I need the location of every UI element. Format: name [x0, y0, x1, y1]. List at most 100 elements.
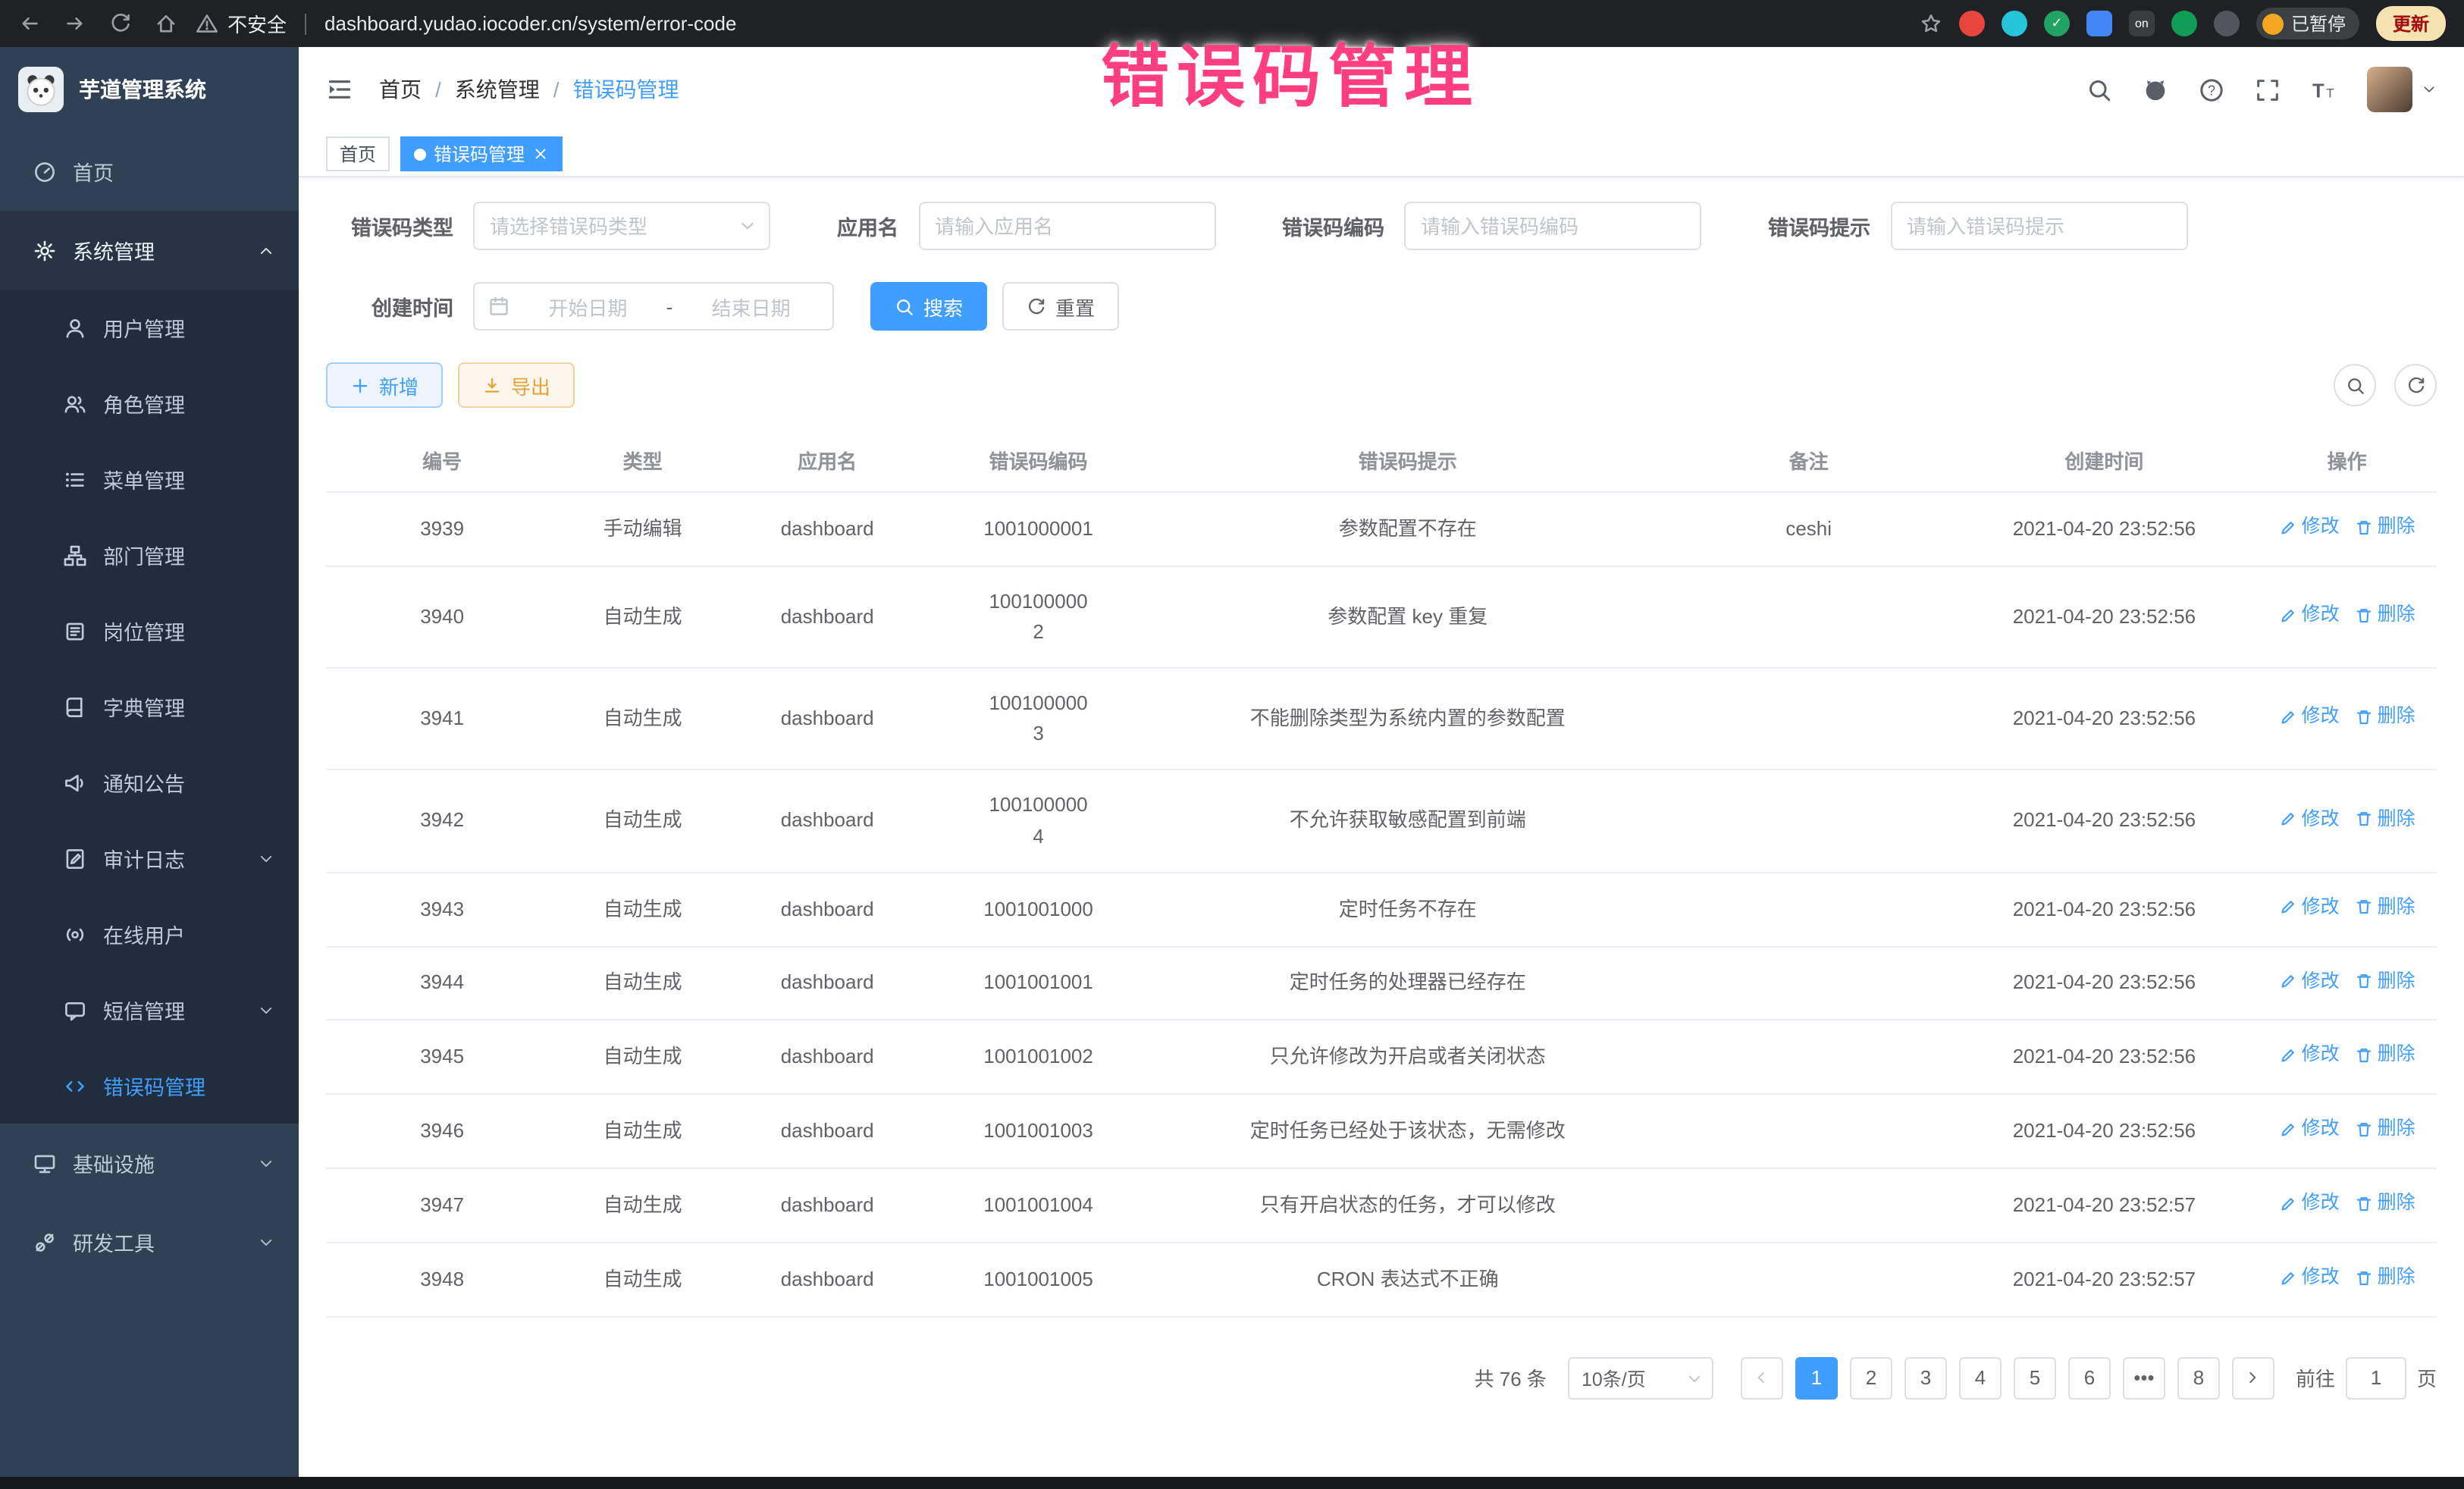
page-ellipsis[interactable]: ••• [2123, 1356, 2165, 1399]
address-bar[interactable]: dashboard.yudao.iocoder.cn/system/error-… [324, 12, 1901, 35]
sidebar-item-home[interactable]: 首页 [0, 132, 299, 211]
edit-link[interactable]: 修改 [2279, 1263, 2340, 1293]
page-button-4[interactable]: 4 [1959, 1356, 2002, 1399]
sidebar-item-audit-log[interactable]: 审计日志 [0, 820, 299, 896]
font-size-icon[interactable]: TT [2311, 77, 2337, 102]
error-type-select[interactable] [473, 202, 770, 250]
error-hint-input[interactable] [1890, 202, 2187, 250]
edit-link[interactable]: 修改 [2279, 703, 2340, 732]
sidebar-item-system[interactable]: 系统管理 [0, 211, 299, 290]
github-icon[interactable] [2143, 77, 2168, 102]
extension-icon-red[interactable] [1959, 11, 1985, 36]
page-size-select[interactable]: 10条/页 [1568, 1356, 1713, 1399]
extension-icon-blue[interactable] [2086, 11, 2112, 36]
date-range-picker[interactable]: 开始日期 - 结束日期 [473, 282, 834, 331]
page-button-2[interactable]: 2 [1850, 1356, 1892, 1399]
security-indicator[interactable]: 不安全 [196, 9, 287, 38]
next-page-button[interactable] [2232, 1356, 2274, 1399]
show-search-button[interactable] [2334, 364, 2376, 406]
export-button[interactable]: 导出 [458, 362, 575, 408]
page-button-6[interactable]: 6 [2068, 1356, 2111, 1399]
sidebar-item-infra[interactable]: 基础设施 [0, 1124, 299, 1202]
error-code-table: 编号 类型 应用名 错误码编码 错误码提示 备注 创建时间 操作 3939手动编… [326, 429, 2437, 1317]
app-name-input[interactable] [918, 202, 1215, 250]
error-code-input[interactable] [1404, 202, 1701, 250]
delete-link[interactable]: 删除 [2355, 513, 2415, 542]
sidebar-item-post[interactable]: 岗位管理 [0, 593, 299, 669]
filter-label: 错误码编码 [1282, 211, 1384, 241]
refresh-table-button[interactable] [2394, 364, 2437, 406]
delete-icon [2355, 810, 2373, 829]
active-dot [414, 148, 426, 160]
filter-label: 创建时间 [329, 291, 453, 321]
tag-home[interactable]: 首页 [326, 136, 390, 171]
sidebar-item-error-code[interactable]: 错误码管理 [0, 1048, 299, 1124]
page-button-1[interactable]: 1 [1795, 1356, 1838, 1399]
search-button[interactable]: 搜索 [870, 282, 987, 331]
edit-link[interactable]: 修改 [2279, 892, 2340, 922]
close-icon[interactable] [532, 146, 549, 162]
refresh-icon[interactable] [109, 12, 132, 35]
delete-link[interactable]: 删除 [2355, 804, 2415, 834]
delete-link[interactable]: 删除 [2355, 1041, 2415, 1071]
delete-link[interactable]: 删除 [2355, 1263, 2415, 1293]
bookmark-star-icon[interactable] [1920, 12, 1942, 35]
extension-icon-green[interactable] [2171, 11, 2197, 36]
prev-page-button[interactable] [1741, 1356, 1783, 1399]
edit-link[interactable]: 修改 [2279, 967, 2340, 996]
extension-icon-dark[interactable] [2214, 11, 2240, 36]
tag-error-code[interactable]: 错误码管理 [400, 136, 563, 171]
extension-icon-on[interactable]: on [2129, 11, 2155, 36]
cell-type: 手动编辑 [558, 492, 727, 566]
sidebar-item-notice[interactable]: 通知公告 [0, 744, 299, 820]
page-button-8[interactable]: 8 [2177, 1356, 2220, 1399]
edit-icon [2279, 518, 2297, 536]
add-button[interactable]: 新增 [326, 362, 443, 408]
page-button-3[interactable]: 3 [1904, 1356, 1947, 1399]
sidebar-item-role[interactable]: 角色管理 [0, 365, 299, 441]
sidebar-item-online-user[interactable]: 在线用户 [0, 896, 299, 972]
search-icon[interactable] [2086, 77, 2112, 102]
paused-chip[interactable]: 已暂停 [2256, 8, 2359, 39]
fullscreen-icon[interactable] [2255, 77, 2281, 102]
sidebar-item-menu[interactable]: 菜单管理 [0, 441, 299, 517]
error-type-input[interactable] [473, 202, 770, 250]
delete-link[interactable]: 删除 [2355, 703, 2415, 732]
extension-icon-teal[interactable] [2002, 11, 2027, 36]
edit-link[interactable]: 修改 [2279, 513, 2340, 542]
sidebar-item-dept[interactable]: 部门管理 [0, 517, 299, 593]
cell-code: 1001001001 [927, 946, 1149, 1020]
help-icon[interactable]: ? [2199, 77, 2224, 102]
edit-link[interactable]: 修改 [2279, 1041, 2340, 1071]
update-button[interactable]: 更新 [2376, 6, 2446, 41]
home-icon[interactable] [155, 12, 177, 35]
breadcrumb-home[interactable]: 首页 [379, 74, 422, 105]
back-icon[interactable] [18, 12, 41, 35]
goto-page-input[interactable] [2346, 1356, 2406, 1399]
extension-icon-green-check[interactable]: ✓ [2044, 11, 2070, 36]
logo-image [18, 67, 64, 112]
svg-text:T: T [2326, 85, 2334, 99]
avatar [2367, 67, 2412, 112]
delete-link[interactable]: 删除 [2355, 1114, 2415, 1144]
delete-link[interactable]: 删除 [2355, 600, 2415, 630]
sidebar-item-sms[interactable]: 短信管理 [0, 972, 299, 1048]
reset-button[interactable]: 重置 [1002, 282, 1119, 331]
sidebar-item-dict[interactable]: 字典管理 [0, 669, 299, 744]
delete-icon [2355, 1268, 2373, 1287]
edit-link[interactable]: 修改 [2279, 1189, 2340, 1218]
page-button-5[interactable]: 5 [2014, 1356, 2056, 1399]
breadcrumb-system[interactable]: 系统管理 [455, 74, 540, 105]
edit-link[interactable]: 修改 [2279, 804, 2340, 834]
sidebar-item-dev-tools[interactable]: 研发工具 [0, 1202, 299, 1281]
paused-label: 已暂停 [2291, 11, 2346, 36]
delete-link[interactable]: 删除 [2355, 967, 2415, 996]
sidebar-item-user[interactable]: 用户管理 [0, 290, 299, 365]
delete-link[interactable]: 删除 [2355, 1189, 2415, 1218]
forward-icon[interactable] [64, 12, 86, 35]
user-menu[interactable] [2367, 67, 2437, 112]
edit-link[interactable]: 修改 [2279, 600, 2340, 630]
edit-link[interactable]: 修改 [2279, 1114, 2340, 1144]
delete-link[interactable]: 删除 [2355, 892, 2415, 922]
sidebar-fold-icon[interactable] [326, 76, 353, 103]
